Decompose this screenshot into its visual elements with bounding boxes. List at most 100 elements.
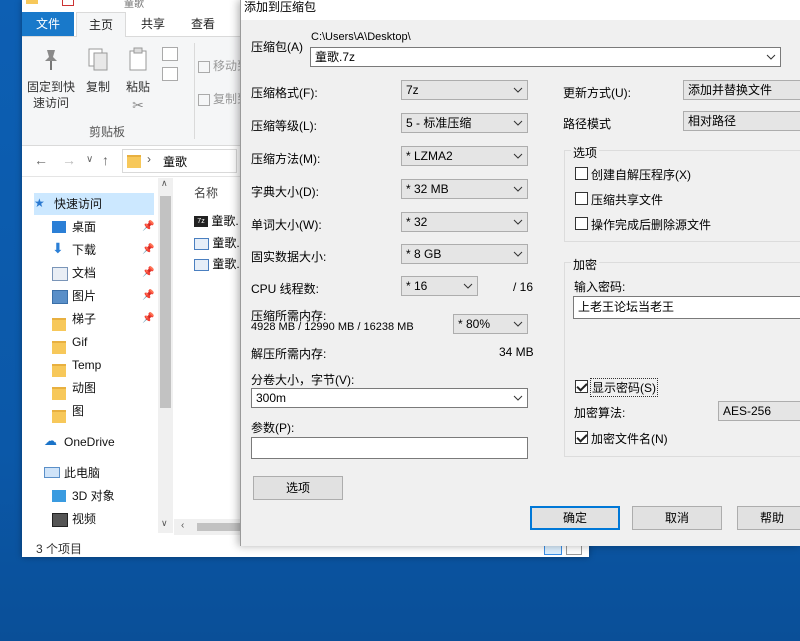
- sfx-checkbox[interactable]: [575, 167, 588, 180]
- pin-icon: [38, 47, 64, 71]
- encrypt-names-checkbox[interactable]: [575, 431, 588, 444]
- archive-label: 压缩包(A): [251, 40, 303, 54]
- solid-block-select[interactable]: * 8 GB: [401, 244, 528, 264]
- ok-button[interactable]: 确定: [530, 506, 620, 530]
- help-button[interactable]: 帮助: [737, 506, 800, 530]
- tab-view[interactable]: 查看: [179, 12, 227, 36]
- encryption-method-select[interactable]: AES-256: [718, 401, 800, 421]
- word-size-value: * 32: [406, 215, 428, 229]
- volume-size-label: 分卷大小，字节(V):: [251, 373, 355, 387]
- cloud-icon: ☁: [44, 433, 57, 448]
- pin-quick-access-button[interactable]: 固定到快 速访问: [26, 47, 76, 111]
- list-item[interactable]: 童歌.: [194, 255, 240, 272]
- scroll-left-icon[interactable]: ‹: [181, 520, 184, 531]
- pin-icon: 📌: [142, 221, 155, 232]
- file-name: 童歌.: [212, 257, 240, 271]
- computer-icon: [44, 467, 60, 478]
- nav-label: 图: [72, 404, 85, 418]
- address-box[interactable]: › 童歌: [122, 149, 237, 173]
- pin-icon: 📌: [142, 313, 155, 324]
- method-value: * LZMA2: [406, 149, 453, 163]
- list-item[interactable]: 童歌.: [194, 234, 240, 251]
- scroll-down-icon[interactable]: ∨: [161, 518, 168, 529]
- chevron-down-icon[interactable]: [513, 389, 523, 407]
- copy-path-icon[interactable]: [162, 47, 178, 61]
- encrypt-names-label: 加密文件名(N): [591, 432, 668, 446]
- method-select[interactable]: * LZMA2: [401, 146, 528, 166]
- show-password-label: 显示密码(S): [590, 378, 658, 397]
- star-icon: ★: [34, 196, 45, 210]
- nav-quick-access[interactable]: ★ 快速访问: [34, 193, 154, 215]
- threads-select[interactable]: * 16: [401, 276, 478, 296]
- copy-button[interactable]: 复制: [80, 47, 116, 95]
- update-mode-label: 更新方式(U):: [563, 86, 631, 100]
- nav-scroll-thumb[interactable]: [160, 196, 171, 408]
- chevron-down-icon[interactable]: [766, 48, 776, 66]
- delete-after-checkbox[interactable]: [575, 217, 588, 230]
- pin-icon: 📌: [142, 267, 155, 278]
- up-arrow-icon[interactable]: ↑: [102, 152, 109, 168]
- navigation-pane: ★ 快速访问 桌面 📌 ⬇ 下载 📌 文档 📌 图片 📌 梯子 📌 Gif Te…: [22, 178, 174, 533]
- pictures-icon: [52, 290, 68, 304]
- document-icon: [52, 267, 68, 281]
- film-icon: [52, 513, 68, 527]
- tab-home[interactable]: 主页: [76, 12, 127, 38]
- level-select[interactable]: 5 - 标准压缩: [401, 113, 528, 133]
- volume-size-combo[interactable]: 300m: [251, 388, 528, 408]
- nav-label: Gif: [72, 335, 88, 349]
- paste-shortcut-icon[interactable]: [162, 67, 178, 81]
- folder-icon: [52, 336, 66, 355]
- nav-label: 图片: [72, 289, 97, 303]
- breadcrumb[interactable]: 童歌: [163, 153, 187, 170]
- folder-icon: [52, 405, 66, 424]
- column-header-name[interactable]: 名称: [194, 184, 218, 201]
- desktop-icon: [52, 221, 66, 233]
- memory-usage-select[interactable]: * 80%: [453, 314, 528, 334]
- password-input[interactable]: 上老王论坛当老王: [573, 296, 800, 319]
- level-value: 5 - 标准压缩: [406, 116, 472, 130]
- checkbox-icon: [62, 0, 74, 6]
- nav-label: 下载: [72, 243, 97, 257]
- back-arrow-icon[interactable]: ←: [34, 152, 48, 168]
- format-select[interactable]: 7z: [401, 80, 528, 100]
- encryption-method-label: 加密算法:: [574, 406, 626, 420]
- word-size-select[interactable]: * 32: [401, 212, 528, 232]
- list-item[interactable]: 7z 童歌.: [194, 212, 239, 229]
- folder-icon: [52, 382, 66, 401]
- paste-button[interactable]: 粘贴 ✂: [120, 47, 156, 113]
- parameters-input[interactable]: [251, 437, 528, 459]
- tab-share[interactable]: 共享: [129, 12, 177, 36]
- paste-icon: [126, 47, 150, 71]
- scroll-up-icon[interactable]: ∧: [161, 178, 168, 189]
- nav-label: OneDrive: [64, 435, 115, 449]
- folder-icon: [26, 0, 38, 4]
- archive-name-combo[interactable]: 童歌.7z: [310, 47, 781, 67]
- cancel-button[interactable]: 取消: [632, 506, 722, 530]
- tab-file[interactable]: 文件: [22, 12, 75, 36]
- format-value: 7z: [406, 83, 419, 97]
- recent-dropdown-icon[interactable]: ∨: [86, 154, 93, 165]
- update-mode-select[interactable]: 添加并替换文件: [683, 80, 800, 100]
- cut-icon[interactable]: ✂: [120, 97, 156, 113]
- dictionary-select[interactable]: * 32 MB: [401, 179, 528, 199]
- 7z-file-icon: 7z: [194, 216, 208, 228]
- move-to-icon: [198, 60, 210, 73]
- encryption-group-label: 加密: [571, 256, 600, 273]
- show-password-checkbox[interactable]: [575, 380, 588, 393]
- item-count: 3 个项目: [36, 542, 83, 556]
- forward-arrow-icon[interactable]: →: [62, 152, 76, 168]
- dictionary-value: * 32 MB: [406, 182, 449, 196]
- nav-label: 视频: [72, 512, 97, 526]
- nav-label: 3D 对象: [72, 489, 115, 503]
- options-button[interactable]: 选项: [253, 476, 343, 500]
- chevron-down-icon: [513, 213, 523, 231]
- pin-icon: 📌: [142, 290, 155, 301]
- paste-label: 粘贴: [125, 80, 150, 94]
- threads-value: * 16: [406, 279, 428, 293]
- file-name: 童歌.: [211, 214, 239, 228]
- format-label: 压缩格式(F):: [251, 86, 318, 100]
- path-mode-select[interactable]: 相对路径: [683, 111, 800, 131]
- solid-block-value: * 8 GB: [406, 247, 442, 261]
- dialog-title: 添加到压缩包: [241, 0, 800, 20]
- shared-files-checkbox[interactable]: [575, 192, 588, 205]
